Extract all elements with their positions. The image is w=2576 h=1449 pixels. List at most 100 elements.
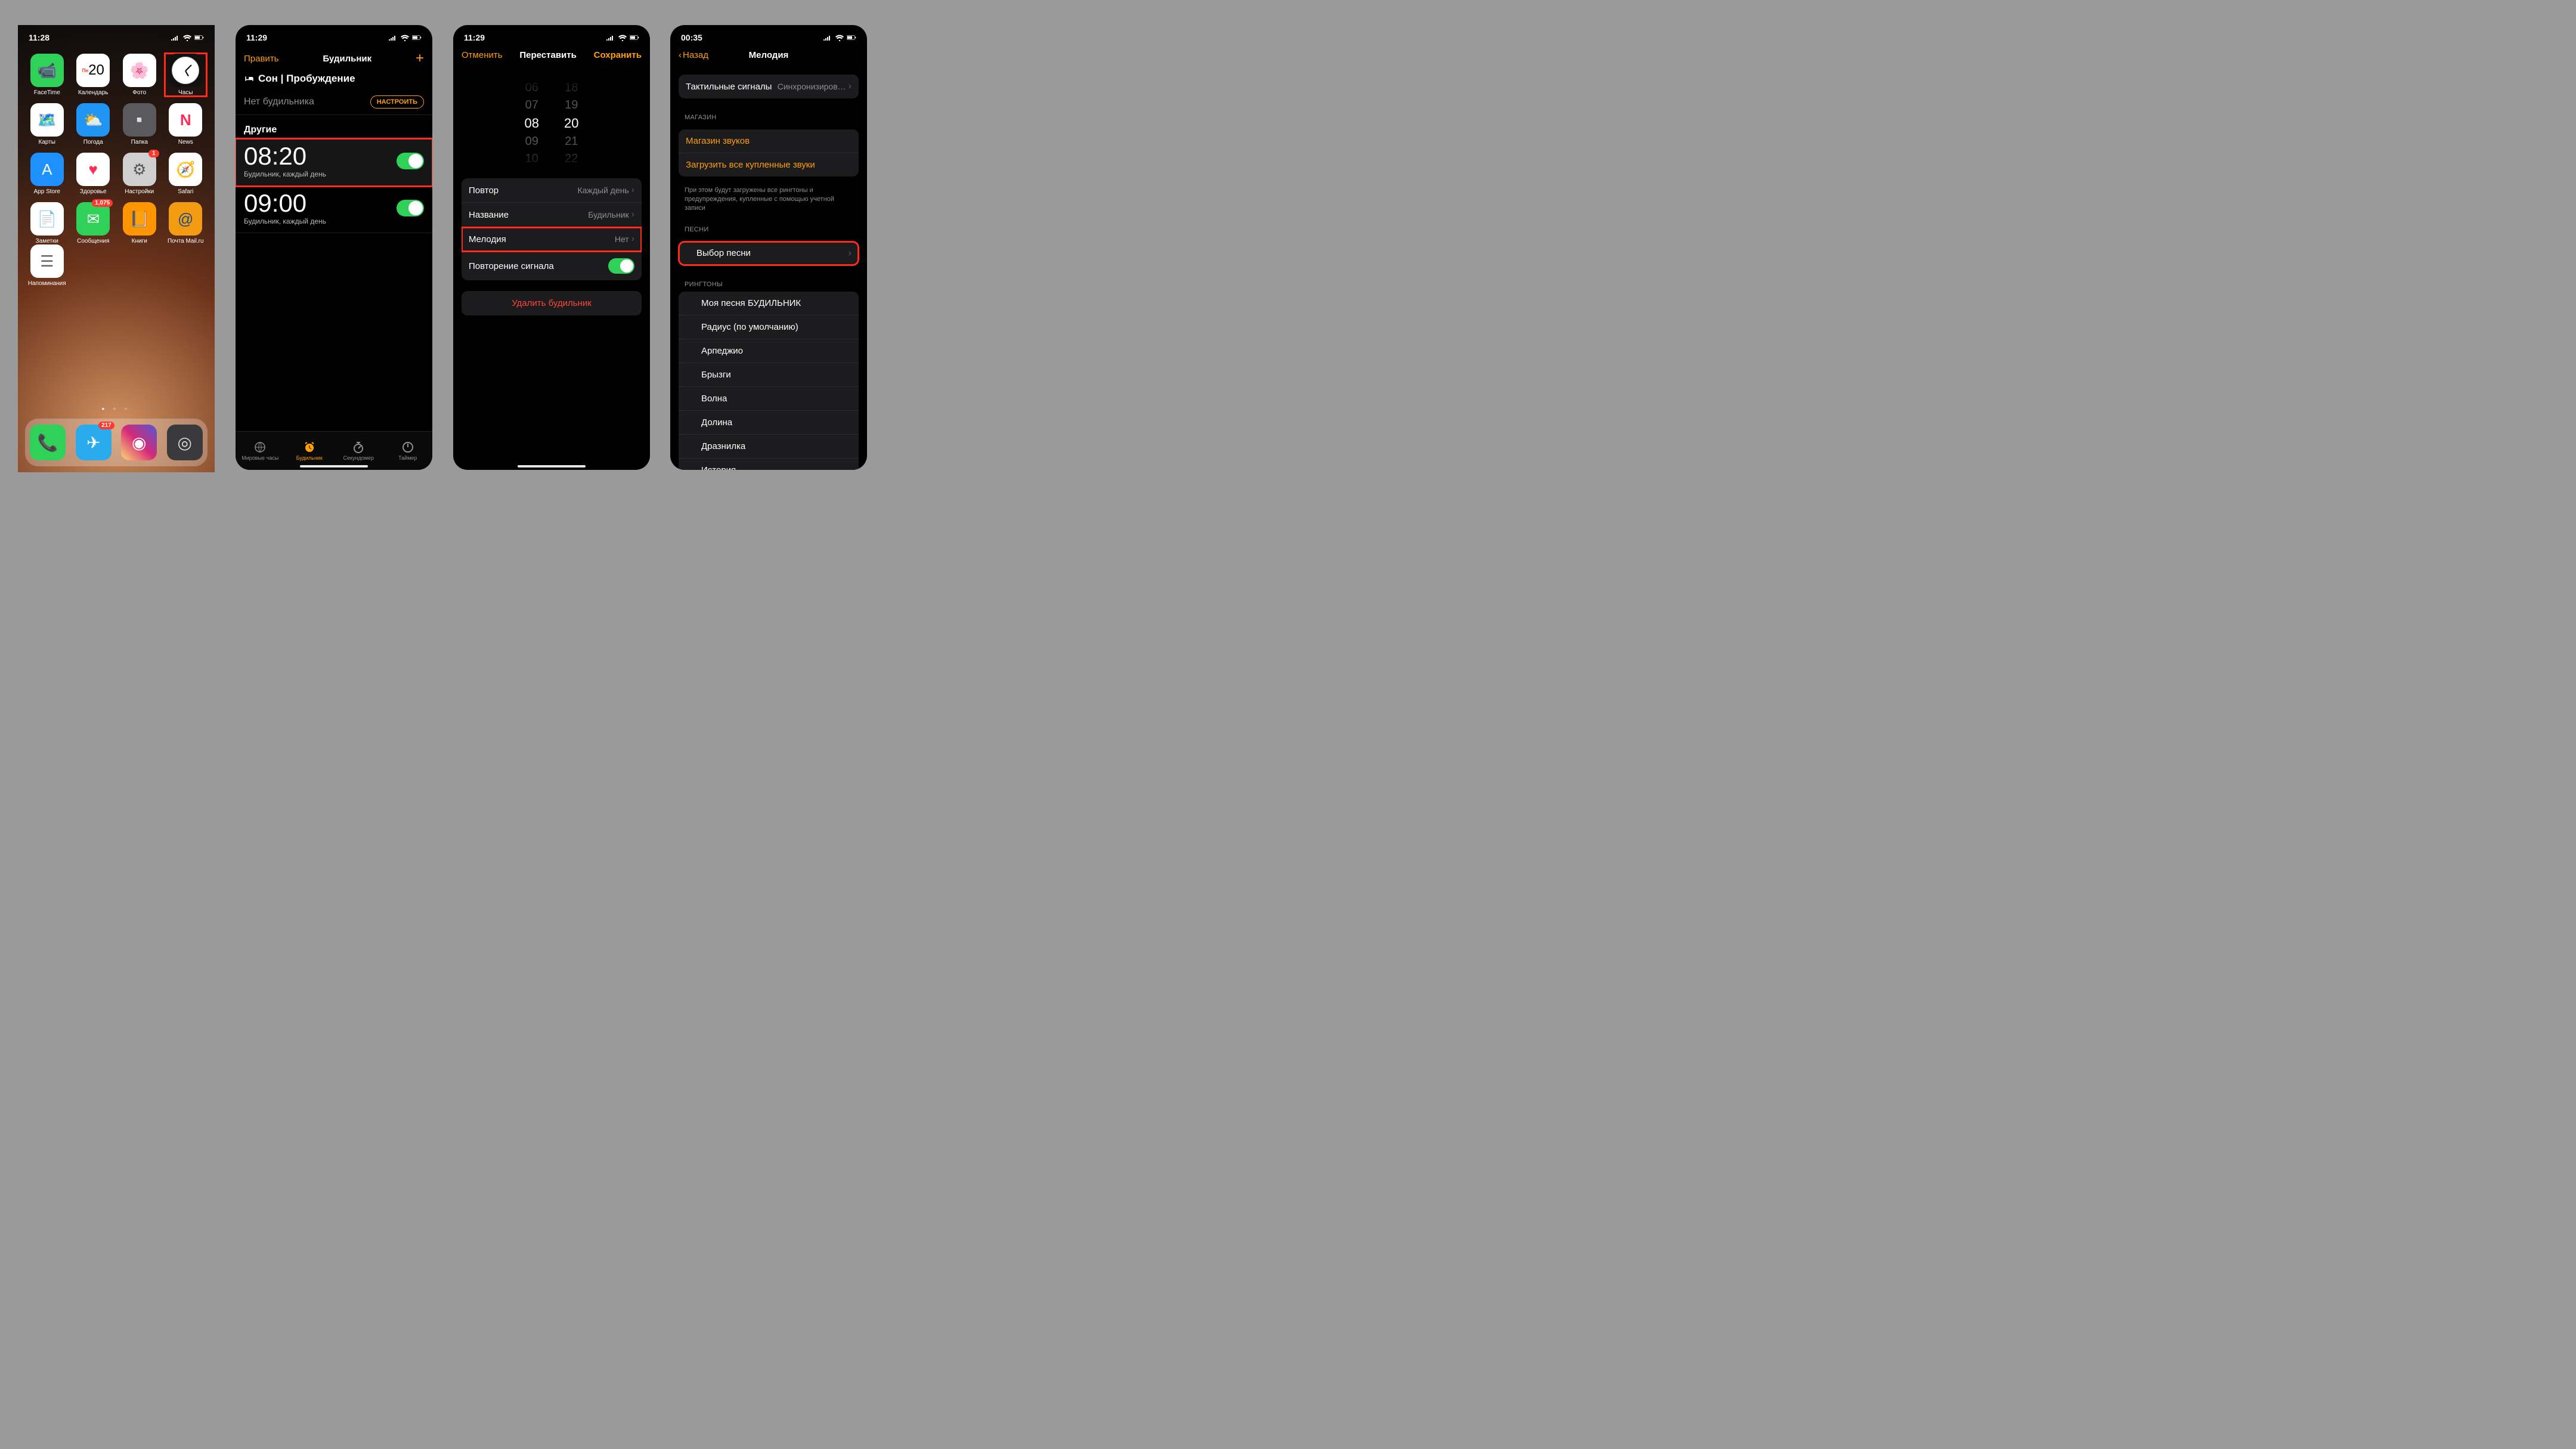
dock: 📞 ✈217 ◉ ◎ bbox=[25, 419, 208, 466]
songs-header: ПЕСНИ bbox=[670, 216, 867, 236]
ringtone-item[interactable]: Дразнилка bbox=[679, 435, 859, 459]
dock-telegram[interactable]: ✈217 bbox=[76, 425, 112, 460]
status-icons bbox=[606, 34, 639, 41]
dock-instagram[interactable]: ◉ bbox=[121, 425, 157, 460]
tab-stopwatch[interactable]: Секундомер bbox=[334, 432, 383, 470]
app-label: FaceTime bbox=[34, 89, 60, 96]
sleep-header: Сон | Пробуждение bbox=[236, 72, 432, 89]
back-button[interactable]: ‹Назад bbox=[679, 50, 708, 60]
tactile-row[interactable]: Тактильные сигналы Синхронизиров…› bbox=[679, 75, 859, 98]
badge: 1 bbox=[148, 150, 159, 157]
ringtone-item[interactable]: История bbox=[679, 459, 859, 470]
status-bar: 11:29 bbox=[453, 25, 650, 45]
store-link[interactable]: Загрузить все купленные звуки bbox=[679, 153, 859, 177]
page-title: Будильник bbox=[323, 54, 371, 64]
app-Заметки[interactable]: 📄Заметки bbox=[26, 202, 68, 244]
tactile-section: Тактильные сигналы Синхронизиров…› bbox=[679, 75, 859, 98]
phone-sound: 00:35 ‹Назад Мелодия Тактильные сигналы … bbox=[670, 25, 867, 470]
chevron-right-icon: › bbox=[631, 234, 634, 244]
store-header: МАГАЗИН bbox=[670, 104, 867, 123]
app-icon bbox=[169, 54, 202, 87]
toggle[interactable] bbox=[608, 258, 634, 274]
app-Настройки[interactable]: ⚙︎1Настройки bbox=[119, 153, 160, 195]
app-Здоровье[interactable]: ♥Здоровье bbox=[73, 153, 114, 195]
app-Напоминания[interactable]: ☰Напоминания bbox=[26, 244, 68, 287]
status-time: 11:29 bbox=[246, 33, 267, 42]
ringtone-item[interactable]: Моя песня БУДИЛЬНИК bbox=[679, 292, 859, 315]
bed-icon bbox=[244, 73, 255, 84]
ringtone-item[interactable]: Брызги bbox=[679, 363, 859, 387]
app-label: Часы bbox=[178, 89, 193, 96]
app-App Store[interactable]: AApp Store bbox=[26, 153, 68, 195]
app-Сообщения[interactable]: ✉1,075Сообщения bbox=[73, 202, 114, 244]
app-Карты[interactable]: 🗺️Карты bbox=[26, 103, 68, 145]
setting-row-Повтор[interactable]: ПовторКаждый день› bbox=[462, 178, 642, 203]
setup-button[interactable]: НАСТРОИТЬ bbox=[370, 95, 424, 109]
tab-world[interactable]: Мировые часы bbox=[236, 432, 285, 470]
ringtone-item[interactable]: Волна bbox=[679, 387, 859, 411]
delete-alarm-button[interactable]: Удалить будильник bbox=[462, 291, 642, 315]
nav-bar: ‹Назад Мелодия bbox=[670, 45, 867, 65]
app-label: Фото bbox=[132, 89, 146, 96]
dock-camera[interactable]: ◎ bbox=[167, 425, 203, 460]
settings-list: ПовторКаждый день›НазваниеБудильник›Мело… bbox=[462, 178, 642, 280]
alarm-switch[interactable] bbox=[397, 200, 424, 216]
app-label: Погода bbox=[83, 139, 103, 145]
page-title: Мелодия bbox=[749, 50, 789, 60]
save-button[interactable]: Сохранить bbox=[594, 50, 642, 60]
time-picker[interactable]: 05060708091011 17181920212223 bbox=[462, 76, 642, 171]
tab-alarm[interactable]: Будильник bbox=[285, 432, 335, 470]
edit-button[interactable]: Править bbox=[244, 54, 279, 64]
chevron-right-icon: › bbox=[631, 185, 634, 196]
tab-bar: Мировые часыБудильникСекундомерТаймер bbox=[236, 431, 432, 470]
app-label: Книги bbox=[132, 238, 147, 244]
app-Safari[interactable]: 🧭Safari bbox=[165, 153, 207, 195]
status-icons bbox=[171, 34, 204, 41]
app-Часы[interactable]: Часы bbox=[165, 54, 207, 96]
others-header: Другие bbox=[236, 115, 432, 139]
chevron-right-icon: › bbox=[631, 209, 634, 220]
app-Книги[interactable]: 📙Книги bbox=[119, 202, 160, 244]
cancel-button[interactable]: Отменить bbox=[462, 50, 503, 60]
home-indicator[interactable] bbox=[300, 465, 368, 467]
wifi-icon bbox=[400, 34, 410, 41]
app-Календарь[interactable]: Пн20Календарь bbox=[73, 54, 114, 96]
picker-minutes[interactable]: 17181920212223 bbox=[564, 76, 578, 171]
tab-timer[interactable]: Таймер bbox=[383, 432, 433, 470]
status-time: 11:28 bbox=[29, 33, 49, 42]
status-icons bbox=[823, 34, 856, 41]
app-icon: ⚙︎1 bbox=[123, 153, 156, 186]
app-Папка[interactable]: ▫️Папка bbox=[119, 103, 160, 145]
ringtone-item[interactable]: Арпеджио bbox=[679, 339, 859, 363]
dock-phone[interactable]: 📞 bbox=[30, 425, 66, 460]
add-button[interactable]: + bbox=[416, 50, 424, 67]
app-label: Здоровье bbox=[80, 188, 107, 195]
app-Почта Mail.ru[interactable]: @Почта Mail.ru bbox=[165, 202, 207, 244]
app-label: Safari bbox=[178, 188, 193, 195]
app-FaceTime[interactable]: 📹FaceTime bbox=[26, 54, 68, 96]
phone-edit-alarm: 11:29 Отменить Переставить Сохранить 050… bbox=[453, 25, 650, 470]
alarm-row[interactable]: 08:20Будильник, каждый день bbox=[236, 139, 432, 186]
ringtone-item[interactable]: Долина bbox=[679, 411, 859, 435]
app-icon: ☰ bbox=[30, 244, 64, 278]
alarm-switch[interactable] bbox=[397, 153, 424, 169]
app-icon: 🗺️ bbox=[30, 103, 64, 137]
app-Фото[interactable]: 🌸Фото bbox=[119, 54, 160, 96]
home-indicator[interactable] bbox=[518, 465, 586, 467]
chevron-right-icon: › bbox=[849, 248, 852, 259]
setting-row-Повторение сигнала[interactable]: Повторение сигнала bbox=[462, 252, 642, 280]
pick-song-row[interactable]: Выбор песни › bbox=[679, 242, 859, 265]
app-Погода[interactable]: ⛅Погода bbox=[73, 103, 114, 145]
alarm-row[interactable]: 09:00Будильник, каждый день bbox=[236, 186, 432, 233]
picker-hours[interactable]: 05060708091011 bbox=[525, 76, 539, 171]
status-bar: 11:29 bbox=[236, 25, 432, 45]
battery-icon bbox=[630, 34, 639, 41]
page-dots[interactable]: ● ○ ○ bbox=[18, 406, 215, 411]
setting-row-Мелодия[interactable]: МелодияНет› bbox=[462, 227, 642, 252]
setting-row-Название[interactable]: НазваниеБудильник› bbox=[462, 203, 642, 227]
app-News[interactable]: NNews bbox=[165, 103, 207, 145]
app-label: Сообщения bbox=[77, 238, 109, 244]
ringtone-item[interactable]: Радиус (по умолчанию) bbox=[679, 315, 859, 339]
sleep-setup-row: Нет будильника НАСТРОИТЬ bbox=[236, 89, 432, 115]
store-link[interactable]: Магазин звуков bbox=[679, 129, 859, 153]
